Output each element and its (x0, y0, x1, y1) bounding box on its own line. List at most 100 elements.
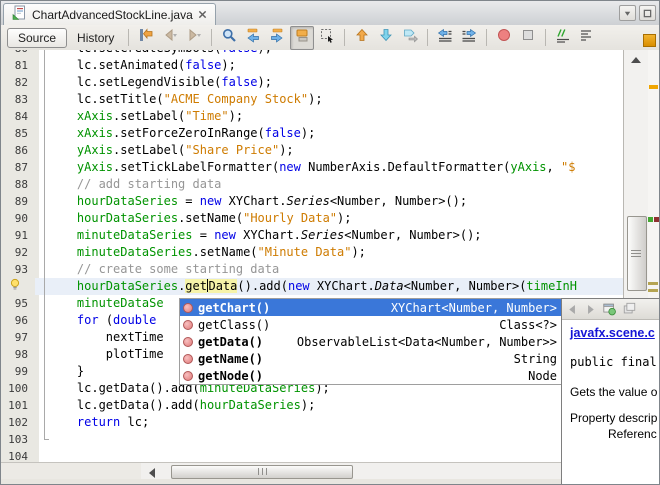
find-button[interactable] (218, 27, 240, 49)
tab-list-button[interactable] (619, 5, 636, 21)
forward-button[interactable] (183, 27, 205, 49)
vertical-scroll-thumb[interactable] (627, 216, 647, 291)
code-line[interactable]: 87 yAxis.setTickLabelFormatter(new Numbe… (1, 159, 623, 176)
next-bookmark-button[interactable] (375, 27, 397, 49)
code-line[interactable]: 104 (1, 448, 623, 462)
code-line[interactable]: hourDataSeries.get Data().add(new XYChart… (1, 278, 623, 295)
completion-item[interactable]: getName() String (180, 350, 562, 367)
source-button[interactable]: Source (7, 27, 68, 48)
line-number[interactable]: 92 (1, 244, 35, 261)
line-number[interactable]: 97 (1, 329, 35, 346)
shift-line-left-button[interactable] (434, 27, 456, 49)
code-line[interactable]: 82 lc.setLegendVisible(false); (1, 74, 623, 91)
warning-stripe-badge[interactable] (643, 34, 656, 47)
line-number[interactable]: 104 (1, 448, 35, 462)
fold-margin (35, 295, 48, 312)
code-line[interactable]: 93 // create some starting data (1, 261, 623, 278)
find-next-button[interactable] (266, 27, 288, 49)
fold-margin (35, 159, 48, 176)
code-line[interactable]: 92 minuteDataSeries.setName("Minute Data… (1, 244, 623, 261)
javadoc-content: javafx.scene.c public final Gets the val… (562, 320, 659, 447)
jd-external-window-icon[interactable] (622, 302, 637, 316)
line-number[interactable]: 101 (1, 397, 35, 414)
code-line[interactable]: 86 yAxis.setLabel("Share Price"); (1, 142, 623, 159)
code-line[interactable]: 103 (1, 431, 623, 448)
code-line[interactable]: 88 // add starting data (1, 176, 623, 193)
comment-button[interactable] (552, 27, 574, 49)
code-line[interactable]: 90 hourDataSeries.setName("Hourly Data")… (1, 210, 623, 227)
code-line[interactable]: 102 return lc; (1, 414, 623, 431)
line-number[interactable]: 85 (1, 125, 35, 142)
code-line[interactable]: 80 lc.setCreateSymbols(false); (1, 50, 623, 57)
line-number[interactable]: 88 (1, 176, 35, 193)
completion-item[interactable]: getNode() Node (180, 367, 562, 384)
line-number[interactable]: 103 (1, 431, 35, 448)
code-line[interactable]: 91 minuteDataSeries = new XYChart.Series… (1, 227, 623, 244)
line-number[interactable]: 91 (1, 227, 35, 244)
line-number[interactable]: 93 (1, 261, 35, 278)
code-line[interactable]: 81 lc.setAnimated(false); (1, 57, 623, 74)
uncomment-button[interactable] (576, 27, 598, 49)
fold-margin (35, 448, 48, 462)
completion-item[interactable]: getData() ObservableList<Data<Number, Num… (180, 333, 562, 350)
stop-macro-recording-button[interactable] (517, 27, 539, 49)
line-number[interactable]: 84 (1, 108, 35, 125)
scroll-up-arrow[interactable] (631, 57, 641, 63)
horizontal-scroll-thumb[interactable] (171, 465, 353, 479)
last-edit-location-button[interactable] (135, 27, 157, 49)
history-button[interactable]: History (69, 29, 122, 47)
code-area[interactable]: 80 lc.setCreateSymbols(false);81 lc.setA… (1, 50, 623, 462)
goto-bookmark-button[interactable] (399, 27, 421, 49)
jd-back-icon[interactable] (566, 303, 579, 316)
shift-line-right-button[interactable] (458, 27, 480, 49)
line-number[interactable]: 80 (1, 50, 35, 57)
warning-mark[interactable] (649, 85, 658, 89)
line-number[interactable]: 82 (1, 74, 35, 91)
member-mark-1[interactable] (648, 282, 658, 285)
start-macro-recording-button[interactable] (493, 27, 515, 49)
line-number[interactable]: 99 (1, 363, 35, 380)
member-mark-2[interactable] (648, 289, 658, 292)
fold-margin (35, 210, 48, 227)
completion-item[interactable]: getClass() Class<?> (180, 316, 562, 333)
line-number[interactable]: 89 (1, 193, 35, 210)
fold-margin (35, 57, 48, 74)
line-number[interactable]: 90 (1, 210, 35, 227)
line-number[interactable]: 83 (1, 91, 35, 108)
editor-hint-icon[interactable] (1, 278, 35, 295)
code-line[interactable]: 83 lc.setTitle("ACME Company Stock"); (1, 91, 623, 108)
line-number[interactable]: 86 (1, 142, 35, 159)
fold-margin (35, 227, 48, 244)
previous-bookmark-button[interactable] (351, 27, 373, 49)
line-number[interactable]: 81 (1, 57, 35, 74)
scroll-left-arrow[interactable] (149, 468, 155, 478)
line-number[interactable]: 96 (1, 312, 35, 329)
fold-margin (35, 74, 48, 91)
find-previous-button[interactable] (242, 27, 264, 49)
tab-chartadvancedstockline[interactable]: ChartAdvancedStockLine.java (3, 3, 216, 26)
maximize-button[interactable] (639, 5, 656, 21)
code-line[interactable]: 101 lc.getData().add(hourDataSeries); (1, 397, 623, 414)
code-line[interactable]: 85 xAxis.setForceZeroInRange(false); (1, 125, 623, 142)
line-number[interactable]: 102 (1, 414, 35, 431)
tab-close-icon[interactable] (198, 6, 207, 24)
find-icon (221, 27, 237, 48)
rectangular-selection-icon (319, 27, 335, 48)
method-icon (183, 319, 193, 330)
back-button[interactable] (159, 27, 181, 49)
jd-forward-icon[interactable] (584, 303, 597, 316)
line-number[interactable]: 98 (1, 346, 35, 363)
rectangular-selection-button[interactable] (316, 27, 338, 49)
occurrence-mark-green[interactable] (648, 217, 653, 222)
code-line[interactable]: 84 xAxis.setLabel("Time"); (1, 108, 623, 125)
toggle-highlight-search-button[interactable] (290, 25, 315, 50)
line-number[interactable]: 95 (1, 295, 35, 312)
occurrence-mark-red[interactable] (654, 217, 659, 222)
jd-show-in-browser-icon[interactable] (602, 302, 617, 316)
javadoc-package-link[interactable]: javafx.scene.c (570, 326, 659, 340)
line-number[interactable]: 100 (1, 380, 35, 397)
completion-item[interactable]: getChart() XYChart<Number, Number> (180, 299, 562, 316)
code-line[interactable]: 89 hourDataSeries = new XYChart.Series<N… (1, 193, 623, 210)
line-number[interactable]: 87 (1, 159, 35, 176)
fold-margin (35, 414, 48, 431)
